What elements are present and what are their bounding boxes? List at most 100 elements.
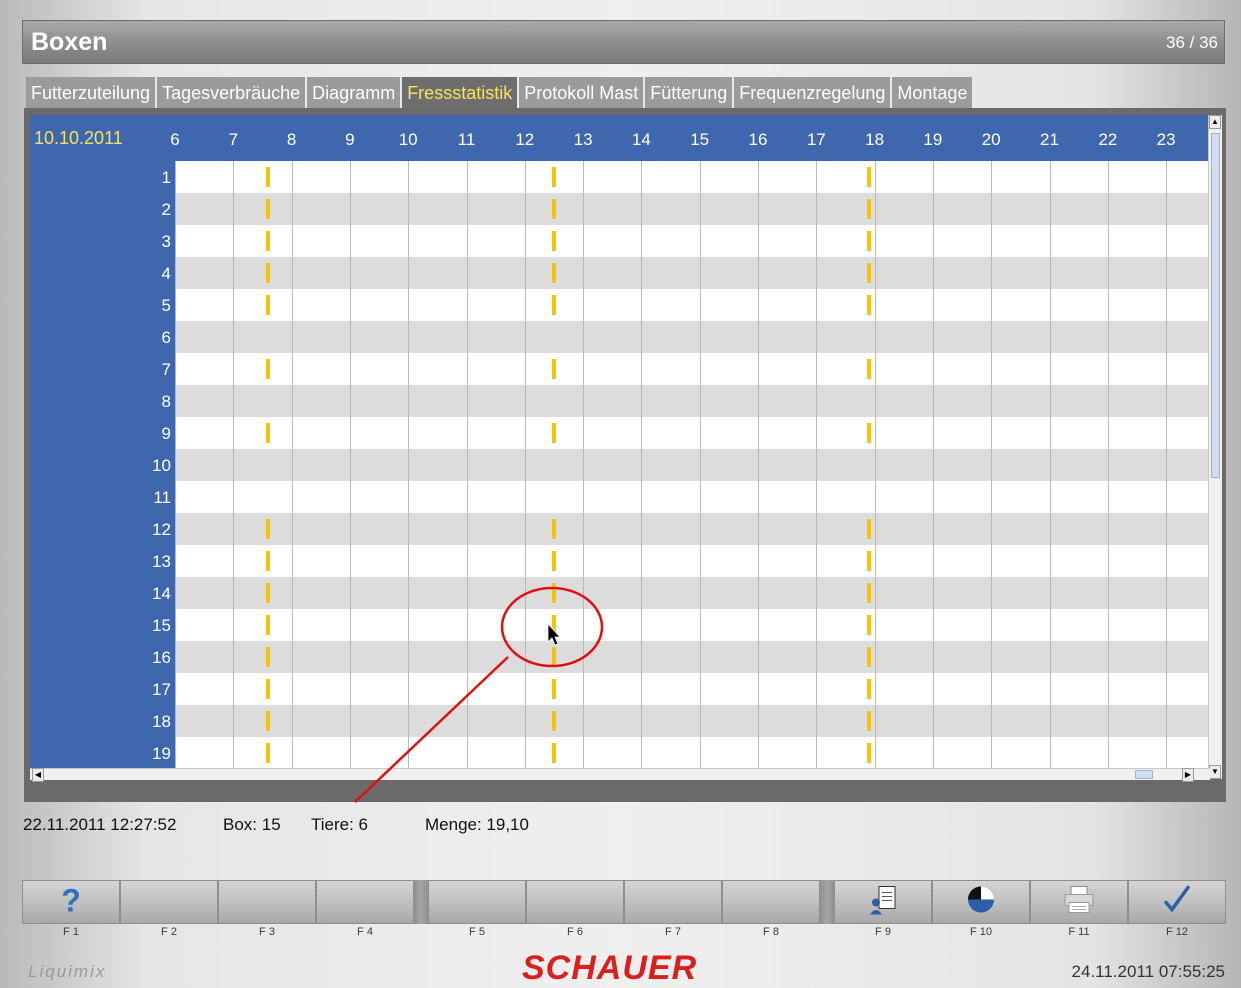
tab-protokoll-mast[interactable]: Protokoll Mast	[519, 77, 646, 109]
scroll-right-arrow-icon[interactable]: ▶	[1182, 768, 1194, 782]
feeding-event-mark[interactable]	[266, 615, 271, 635]
table-row[interactable]	[175, 705, 1208, 737]
feeding-event-mark[interactable]	[551, 583, 556, 603]
tab-fütterung[interactable]: Fütterung	[645, 77, 735, 109]
feeding-event-mark[interactable]	[551, 679, 556, 699]
feeding-event-mark[interactable]	[551, 743, 556, 763]
function-key-f8[interactable]	[722, 880, 820, 924]
table-row[interactable]	[175, 257, 1208, 289]
feeding-event-mark[interactable]	[866, 711, 871, 731]
hour-label: 22	[1098, 130, 1118, 149]
horizontal-scrollbar[interactable]: ◀ ▶	[30, 768, 1210, 782]
liquimix-logo: Liquimix	[28, 962, 107, 981]
function-key-f2[interactable]	[120, 880, 218, 924]
feeding-event-mark[interactable]	[551, 295, 556, 315]
function-key-separator	[414, 880, 428, 924]
function-key-f3[interactable]	[218, 880, 316, 924]
scroll-up-arrow-icon[interactable]: ▲	[1209, 115, 1221, 129]
function-key-label: F 6	[567, 926, 583, 938]
table-row[interactable]	[175, 321, 1208, 353]
feeding-event-mark[interactable]	[866, 295, 871, 315]
function-key-f4[interactable]	[316, 880, 414, 924]
feeding-event-mark[interactable]	[266, 519, 271, 539]
tab-futterzuteilung[interactable]: Futterzuteilung	[26, 77, 158, 109]
feeding-event-mark[interactable]	[266, 679, 271, 699]
feeding-event-mark[interactable]	[266, 583, 271, 603]
table-row[interactable]	[175, 417, 1208, 449]
tab-frequenzregelung[interactable]: Frequenzregelung	[734, 77, 893, 109]
feeding-grid[interactable]	[175, 161, 1208, 769]
feeding-event-mark[interactable]	[551, 519, 556, 539]
function-key-f12[interactable]	[1128, 880, 1226, 924]
feeding-event-mark[interactable]	[266, 423, 271, 443]
function-key-f10[interactable]	[932, 880, 1030, 924]
feeding-event-mark[interactable]	[266, 199, 271, 219]
table-row[interactable]	[175, 737, 1208, 769]
function-key-f5[interactable]	[428, 880, 526, 924]
function-key-f6[interactable]	[526, 880, 624, 924]
table-row[interactable]	[175, 449, 1208, 481]
scroll-left-arrow-icon[interactable]: ◀	[32, 768, 44, 782]
vertical-scroll-thumb[interactable]	[1211, 133, 1220, 478]
feeding-event-mark[interactable]	[551, 199, 556, 219]
feeding-event-mark[interactable]	[866, 199, 871, 219]
feeding-event-mark[interactable]	[551, 711, 556, 731]
feeding-event-mark[interactable]	[551, 231, 556, 251]
feeding-event-mark[interactable]	[266, 359, 271, 379]
feeding-event-mark[interactable]	[866, 423, 871, 443]
table-row[interactable]	[175, 641, 1208, 673]
feeding-event-mark[interactable]	[866, 647, 871, 667]
feeding-event-mark[interactable]	[866, 615, 871, 635]
feeding-event-mark[interactable]	[551, 647, 556, 667]
window-title: Boxen	[31, 28, 108, 56]
feeding-event-mark[interactable]	[266, 167, 271, 187]
feeding-event-mark[interactable]	[866, 359, 871, 379]
table-row[interactable]	[175, 225, 1208, 257]
function-key-f7[interactable]	[624, 880, 722, 924]
table-row[interactable]	[175, 577, 1208, 609]
table-row[interactable]	[175, 481, 1208, 513]
tab-diagramm[interactable]: Diagramm	[307, 77, 403, 109]
table-row[interactable]	[175, 289, 1208, 321]
feeding-event-mark[interactable]	[866, 231, 871, 251]
feeding-event-mark[interactable]	[551, 263, 556, 283]
scroll-down-arrow-icon[interactable]: ▼	[1209, 765, 1221, 779]
function-key-f9[interactable]	[834, 880, 932, 924]
feeding-event-mark[interactable]	[551, 551, 556, 571]
feeding-event-mark[interactable]	[266, 711, 271, 731]
feeding-event-mark[interactable]	[266, 231, 271, 251]
feeding-event-mark[interactable]	[551, 359, 556, 379]
table-row[interactable]	[175, 513, 1208, 545]
feeding-event-mark[interactable]	[266, 647, 271, 667]
tab-tagesverbräuche[interactable]: Tagesverbräuche	[157, 77, 308, 109]
table-row[interactable]	[175, 161, 1208, 193]
feeding-event-mark[interactable]	[551, 167, 556, 187]
table-row[interactable]	[175, 609, 1208, 641]
tab-montage[interactable]: Montage	[892, 77, 975, 109]
feeding-event-mark[interactable]	[266, 295, 271, 315]
table-row[interactable]	[175, 545, 1208, 577]
vertical-scrollbar[interactable]: ▲ ▼	[1208, 115, 1222, 779]
feeding-event-mark[interactable]	[551, 423, 556, 443]
table-row[interactable]	[175, 193, 1208, 225]
table-row[interactable]	[175, 353, 1208, 385]
function-key-label: F 2	[161, 926, 177, 938]
feeding-event-mark[interactable]	[266, 551, 271, 571]
function-key-f1[interactable]: ?	[22, 880, 120, 924]
hour-gridline	[758, 161, 759, 769]
function-key-f11[interactable]	[1030, 880, 1128, 924]
feeding-event-mark[interactable]	[866, 551, 871, 571]
feeding-event-mark[interactable]	[866, 743, 871, 763]
feeding-event-mark[interactable]	[551, 615, 556, 635]
table-row[interactable]	[175, 673, 1208, 705]
feeding-event-mark[interactable]	[266, 263, 271, 283]
feeding-event-mark[interactable]	[866, 679, 871, 699]
tab-fressstatistik[interactable]: Fressstatistik	[402, 77, 520, 109]
horizontal-scroll-thumb[interactable]	[1135, 770, 1153, 779]
feeding-event-mark[interactable]	[866, 583, 871, 603]
feeding-event-mark[interactable]	[266, 743, 271, 763]
table-row[interactable]	[175, 385, 1208, 417]
feeding-event-mark[interactable]	[866, 519, 871, 539]
feeding-event-mark[interactable]	[866, 167, 871, 187]
feeding-event-mark[interactable]	[866, 263, 871, 283]
